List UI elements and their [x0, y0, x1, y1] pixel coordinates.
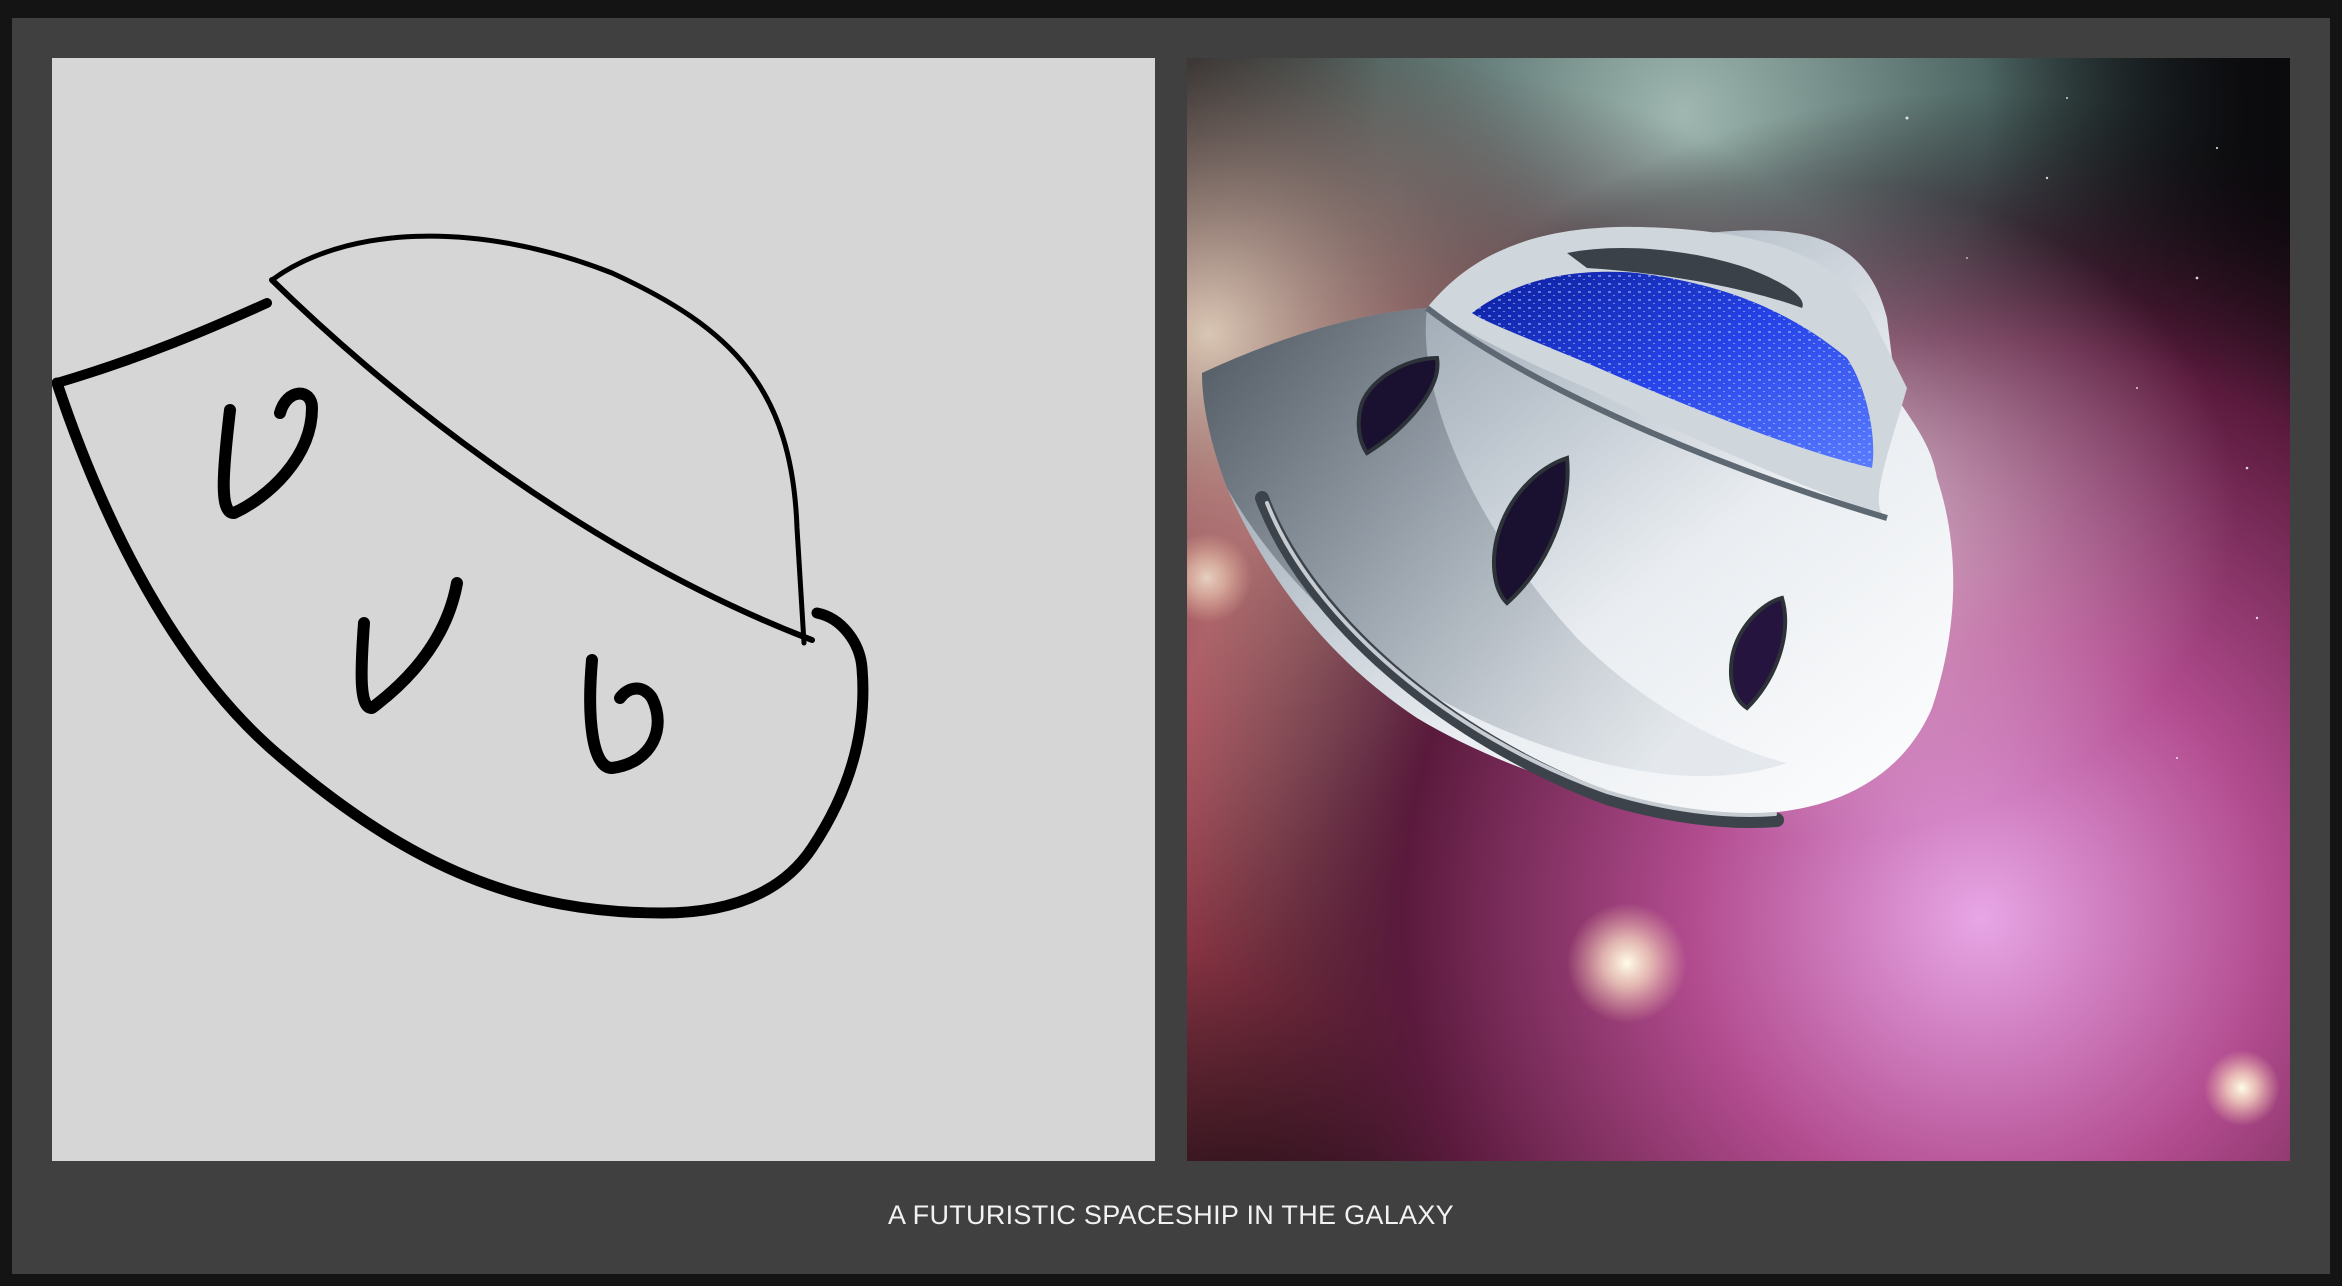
sketch-window-1 — [217, 387, 318, 519]
bright-star-2 — [2204, 1050, 2280, 1126]
sketch-window-3 — [584, 654, 664, 774]
comparison-frame: A FUTURISTIC SPACESHIP IN THE GALAXY — [12, 18, 2330, 1274]
sketch-hull-outline — [52, 377, 869, 919]
sketch-window-2 — [355, 577, 463, 714]
sketch-hull-top — [52, 298, 272, 388]
spaceship-render — [1187, 58, 2290, 1161]
sketch-dome-base — [269, 277, 815, 643]
spaceship-sketch — [52, 233, 869, 919]
generated-image-panel — [1187, 58, 2290, 1161]
sketch-panel — [52, 58, 1155, 1161]
sketch-dome-outline — [269, 233, 807, 646]
bright-star-1 — [1567, 903, 1687, 1023]
image-caption: A FUTURISTIC SPACESHIP IN THE GALAXY — [888, 1200, 1454, 1230]
